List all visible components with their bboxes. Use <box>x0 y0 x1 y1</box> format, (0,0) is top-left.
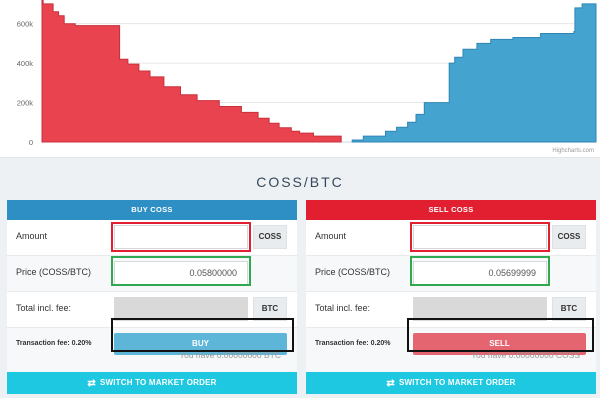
buy-amount-label: Amount <box>16 231 48 241</box>
y-tick-label: 200k <box>17 99 34 108</box>
y-tick-label: 600k <box>17 20 34 29</box>
sell-switch-market-order-label: SWITCH TO MARKET ORDER <box>398 378 516 387</box>
swap-arrows-icon: ⇄ <box>386 378 395 389</box>
buy-total-row: Total incl. fee: BTC <box>7 292 297 328</box>
buy-balance: You have 0.00000000 BTC <box>179 350 281 360</box>
buy-switch-market-order-button[interactable]: ⇄ SWITCH TO MARKET ORDER <box>7 372 297 394</box>
sell-amount-input[interactable] <box>413 225 547 249</box>
buy-total-label: Total incl. fee: <box>16 303 72 313</box>
bids-area <box>41 0 342 143</box>
sell-panel: SELL COSS Amount COSS Price (COSS/BTC) 0… <box>306 200 596 382</box>
buy-fee-label: Transaction fee: 0.20% <box>16 340 92 347</box>
y-tick-label: 0 <box>29 138 33 147</box>
sell-switch-market-order-button[interactable]: ⇄ SWITCH TO MARKET ORDER <box>306 372 596 394</box>
sell-total-label: Total incl. fee: <box>315 303 371 313</box>
buy-total-unit: BTC <box>253 297 287 321</box>
sell-total-unit: BTC <box>552 297 586 321</box>
sell-price-input[interactable]: 0.05699999 <box>413 261 547 285</box>
depth-chart-svg: 0 200k 400k 600k <box>17 0 597 147</box>
sell-panel-header: SELL COSS <box>306 200 596 220</box>
buy-switch-market-order-label: SWITCH TO MARKET ORDER <box>99 378 217 387</box>
y-tick-label: 400k <box>17 59 34 68</box>
buy-panel: BUY COSS Amount COSS Price (COSS/BTC) 0.… <box>7 200 297 382</box>
sell-total-field <box>413 297 547 321</box>
buy-amount-row: Amount COSS <box>7 220 297 256</box>
buy-total-field <box>114 297 248 321</box>
depth-chart: 0 200k 400k 600k Highcharts.com <box>0 0 600 158</box>
buy-price-input[interactable]: 0.05800000 <box>114 261 248 285</box>
pair-title: COSS/BTC <box>256 174 344 190</box>
sell-balance: You have 0.00000000 COSS <box>471 350 580 360</box>
buy-amount-input[interactable] <box>114 225 248 249</box>
chart-credit[interactable]: Highcharts.com <box>552 148 594 154</box>
sell-price-label: Price (COSS/BTC) <box>315 267 391 277</box>
sell-fee-label: Transaction fee: 0.20% <box>315 340 391 347</box>
sell-amount-row: Amount COSS <box>306 220 596 256</box>
swap-arrows-icon: ⇄ <box>87 378 96 389</box>
sell-amount-unit: COSS <box>552 225 586 249</box>
sell-amount-label: Amount <box>315 231 347 241</box>
sell-total-row: Total incl. fee: BTC <box>306 292 596 328</box>
buy-price-label: Price (COSS/BTC) <box>16 267 92 277</box>
buy-price-row: Price (COSS/BTC) 0.05800000 <box>7 256 297 292</box>
asks-area <box>351 3 597 143</box>
sell-price-row: Price (COSS/BTC) 0.05699999 <box>306 256 596 292</box>
buy-amount-unit: COSS <box>253 225 287 249</box>
buy-panel-header: BUY COSS <box>7 200 297 220</box>
